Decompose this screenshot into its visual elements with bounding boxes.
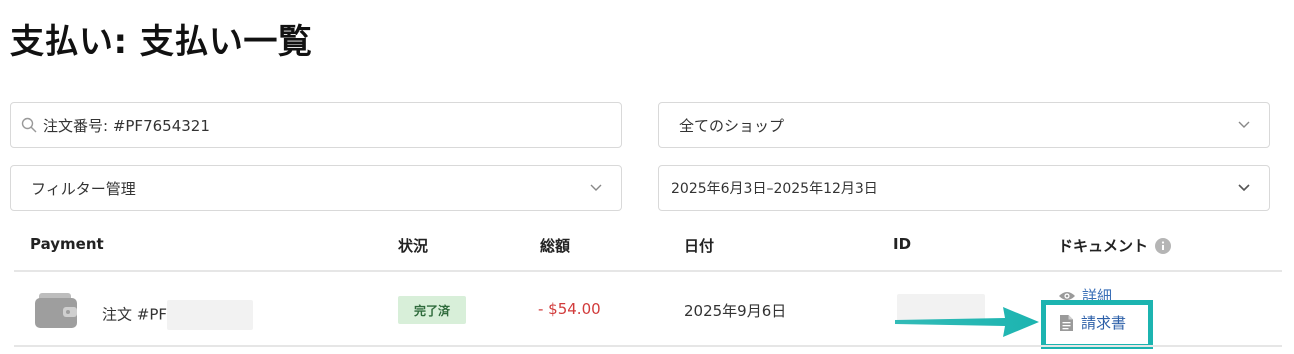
arrow-icon — [895, 307, 1039, 337]
column-header-date: 日付 — [684, 237, 715, 255]
shop-select-value: 全てのショップ — [679, 116, 785, 135]
column-header-payment: Payment — [30, 235, 104, 253]
info-icon[interactable] — [1155, 237, 1172, 254]
redacted-order-id — [167, 300, 254, 330]
shop-select[interactable]: 全てのショップ — [658, 102, 1270, 148]
documents-header-label: ドキュメント — [1058, 237, 1149, 255]
search-input-value: 注文番号: #PF7654321 — [43, 116, 210, 135]
date-range-value: 2025年6月3日–2025年12月3日 — [671, 181, 878, 197]
invoice-link-label: 請求書 — [1081, 314, 1127, 332]
chevron-down-icon — [1237, 181, 1251, 195]
amount-value: - $54.00 — [538, 300, 601, 318]
table-header-divider — [14, 270, 1282, 272]
document-icon — [1060, 314, 1073, 331]
invoice-link[interactable]: 請求書 — [1060, 312, 1126, 333]
table-row-divider — [14, 345, 1282, 347]
page-title: 支払い: 支払い一覧 — [10, 22, 313, 62]
search-icon — [21, 117, 37, 133]
date-range-select[interactable]: 2025年6月3日–2025年12月3日 — [658, 165, 1270, 211]
order-label: 注文 #PF — [102, 305, 168, 324]
column-header-total: 総額 — [540, 237, 571, 255]
chevron-down-icon — [1237, 118, 1251, 132]
filter-select-value: フィルター管理 — [31, 179, 136, 198]
column-header-documents: ドキュメント — [1058, 235, 1172, 256]
wallet-icon — [35, 293, 77, 328]
order-search-input[interactable]: 注文番号: #PF7654321 — [10, 102, 622, 148]
column-header-status: 状況 — [398, 237, 429, 255]
column-header-id: ID — [893, 235, 912, 253]
order-number: 注文 #PF — [102, 300, 254, 330]
chevron-down-icon — [589, 181, 603, 195]
filter-select[interactable]: フィルター管理 — [10, 165, 622, 211]
status-badge: 完了済 — [398, 296, 466, 324]
payment-date: 2025年9月6日 — [684, 302, 787, 320]
